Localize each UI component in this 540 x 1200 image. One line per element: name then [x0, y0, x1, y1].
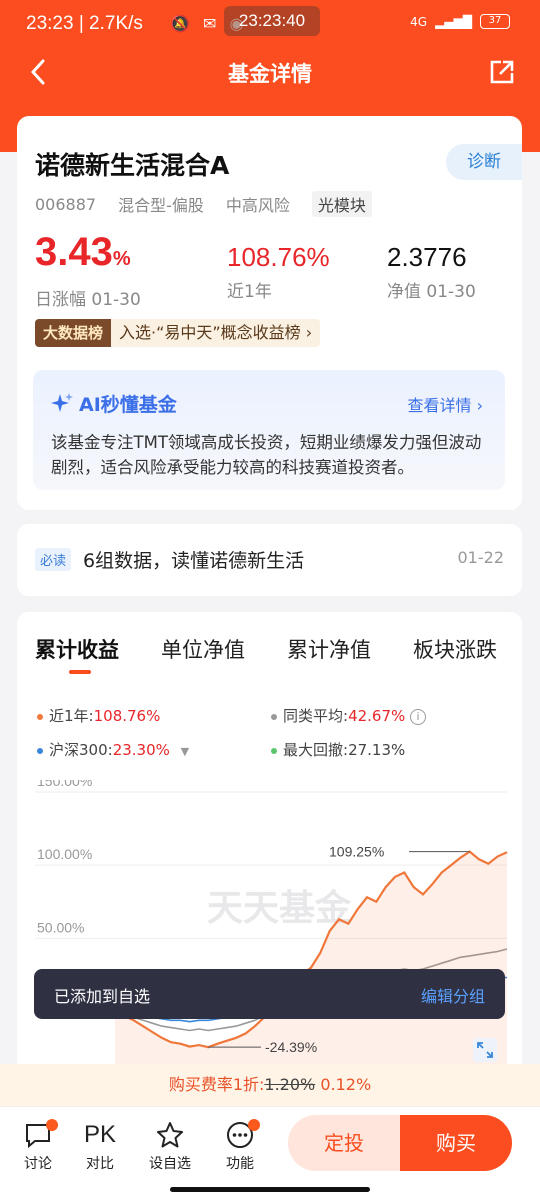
- fund-dot-icon: [37, 713, 43, 720]
- hs300-dot-icon: [37, 747, 43, 754]
- legend-avg: 同类平均:42.67% i: [271, 705, 427, 726]
- chart-tabs: 累计收益 单位净值 累计净值 板块涨跌: [17, 634, 522, 674]
- max-marker-label: 109.25%: [329, 844, 384, 860]
- add-watchlist-label: 设自选: [149, 1156, 191, 1172]
- info-icon[interactable]: i: [410, 708, 427, 725]
- ai-summary-box: AI秒懂基金 查看详情 › 该基金专注TMT领域高成长投资，短期业绩爆发力强但波…: [33, 370, 505, 490]
- bigdata-badge: 大数据榜: [35, 319, 112, 347]
- must-read-card[interactable]: 必读 6组数据，读懂诺德新生活 01-22: [17, 524, 522, 596]
- discuss-badge: [46, 1119, 58, 1131]
- compare-button[interactable]: PK 对比: [70, 1117, 130, 1173]
- battery-icon: 37: [480, 14, 510, 29]
- active-tab-indicator: [69, 670, 91, 674]
- share-icon[interactable]: [488, 58, 516, 86]
- floating-clock: 23:23:40: [224, 6, 320, 36]
- discuss-label: 讨论: [24, 1156, 52, 1172]
- legend-hs300-value: 23.30%: [112, 741, 170, 759]
- compare-label: 对比: [86, 1156, 114, 1172]
- page-title: 基金详情: [228, 62, 312, 86]
- fullscreen-icon[interactable]: [473, 1038, 497, 1062]
- nav-stat: 2.3776 净值 01-30: [387, 242, 476, 302]
- legend-fund: 近1年:108.76%: [37, 705, 160, 726]
- bigdata-rank-banner[interactable]: 大数据榜 入选·“易中天”概念收益榜 ›: [35, 319, 321, 347]
- legend-hs300[interactable]: 沪深300:23.30% ▼: [37, 739, 189, 760]
- diagnose-button[interactable]: 诊断: [446, 144, 522, 180]
- bottom-bar: 讨论 PK 对比 设自选 功能 定投 购买: [0, 1106, 540, 1200]
- edit-group-link[interactable]: 编辑分组: [421, 983, 485, 1007]
- tab-unit-nav[interactable]: 单位净值: [161, 634, 245, 664]
- toast-text: 已添加到自选: [54, 987, 151, 1006]
- ai-more-link[interactable]: 查看详情 ›: [408, 392, 484, 416]
- navbar: 基金详情: [0, 50, 540, 94]
- legend-drawdown-value: 27.13%: [348, 741, 406, 759]
- avg-dot-icon: [271, 713, 277, 720]
- function-badge: [248, 1119, 260, 1131]
- return-chart[interactable]: 150.00% 100.00% 50.00% 天天基金 109.25% -24.39%: [17, 780, 522, 1080]
- sparkle-icon: [51, 392, 73, 412]
- home-indicator: [170, 1187, 370, 1192]
- ai-title: AI秒懂基金: [79, 394, 177, 416]
- legend-fund-value: 108.76%: [93, 707, 161, 725]
- toast-added-watchlist: 已添加到自选 编辑分组: [34, 969, 505, 1019]
- fund-code: 006887: [35, 194, 97, 214]
- y-tick-label: 100.00%: [37, 846, 92, 862]
- daily-change-stat: 3.43% 日涨幅 01-30: [35, 230, 141, 310]
- year-return-label: 近1年: [227, 282, 272, 302]
- nav-label: 净值 01-30: [387, 282, 476, 302]
- must-read-date: 01-22: [457, 548, 505, 567]
- y-tick-label: 50.00%: [37, 919, 84, 935]
- fixed-invest-button[interactable]: 定投: [288, 1115, 400, 1171]
- buy-button[interactable]: 购买: [400, 1115, 512, 1171]
- pk-icon: PK: [83, 1121, 116, 1148]
- daily-change-label: 日涨幅 01-30: [35, 290, 141, 310]
- year-return-value: 108.76%: [227, 242, 330, 272]
- tab-cumulative-return[interactable]: 累计收益: [35, 634, 119, 664]
- min-marker-label: -24.39%: [265, 1039, 317, 1055]
- fee-label: 购买费率1折:: [168, 1075, 265, 1094]
- y-tick-label: 150.00%: [37, 780, 92, 789]
- function-button[interactable]: 功能: [210, 1117, 270, 1173]
- fee-original: 1.20%: [264, 1075, 316, 1094]
- daily-change-value: 3.43: [35, 230, 113, 274]
- drawdown-dot-icon: [271, 747, 277, 754]
- add-watchlist-button[interactable]: 设自选: [140, 1117, 200, 1173]
- status-speed: 2.7K/s: [89, 13, 143, 34]
- fund-name: 诺德新生活混合A: [35, 151, 230, 180]
- fund-summary-card: 诺德新生活混合A 诊断 006887 混合型-偏股 中高风险 光模块 3.43%…: [17, 116, 522, 510]
- bigdata-text: 入选·“易中天”概念收益榜 ›: [111, 319, 321, 347]
- chart-watermark: 天天基金: [207, 887, 352, 929]
- tab-sector-change[interactable]: 板块涨跌: [413, 634, 497, 664]
- fee-banner: 购买费率1折:1.20% 0.12%: [0, 1064, 540, 1106]
- fund-risk: 中高风险: [225, 196, 290, 215]
- fund-meta: 006887 混合型-偏股 中高风险 光模块: [35, 191, 394, 217]
- network-indicator: 4G: [410, 14, 428, 29]
- daily-change-unit: %: [112, 248, 131, 270]
- must-read-title: 6组数据，读懂诺德新生活: [83, 550, 305, 572]
- tab-cumulative-nav[interactable]: 累计净值: [287, 634, 371, 664]
- fund-type: 混合型-偏股: [118, 196, 204, 215]
- dropdown-caret-icon: ▼: [180, 745, 190, 758]
- sector-tag[interactable]: 光模块: [311, 191, 372, 217]
- legend-avg-value: 42.67%: [348, 707, 406, 725]
- series-area: [115, 851, 507, 1070]
- star-icon: [157, 1122, 183, 1148]
- must-read-tag: 必读: [35, 548, 72, 571]
- performance-card: 累计收益 单位净值 累计净值 板块涨跌 近1年:108.76% 同类平均:42.…: [17, 612, 522, 1112]
- nav-value: 2.3776: [387, 242, 467, 272]
- ai-description: 该基金专注TMT领域高成长投资，短期业绩爆发力强但波动剧烈，适合风险承受能力较高…: [51, 433, 482, 477]
- discuss-button[interactable]: 讨论: [8, 1117, 68, 1173]
- function-label: 功能: [226, 1156, 254, 1172]
- status-time: 23:23: [26, 13, 74, 34]
- fee-current: 0.12%: [320, 1075, 372, 1094]
- status-bar: 23:23 | 2.7K/s 🔕 ✉ ◉ 23:23:40 4G ▂▄▆█ 37: [0, 0, 540, 50]
- year-return-stat: 108.76% 近1年: [227, 242, 330, 302]
- legend-drawdown: 最大回撤:27.13%: [271, 739, 405, 760]
- signal-icon: ▂▄▆█: [435, 14, 472, 29]
